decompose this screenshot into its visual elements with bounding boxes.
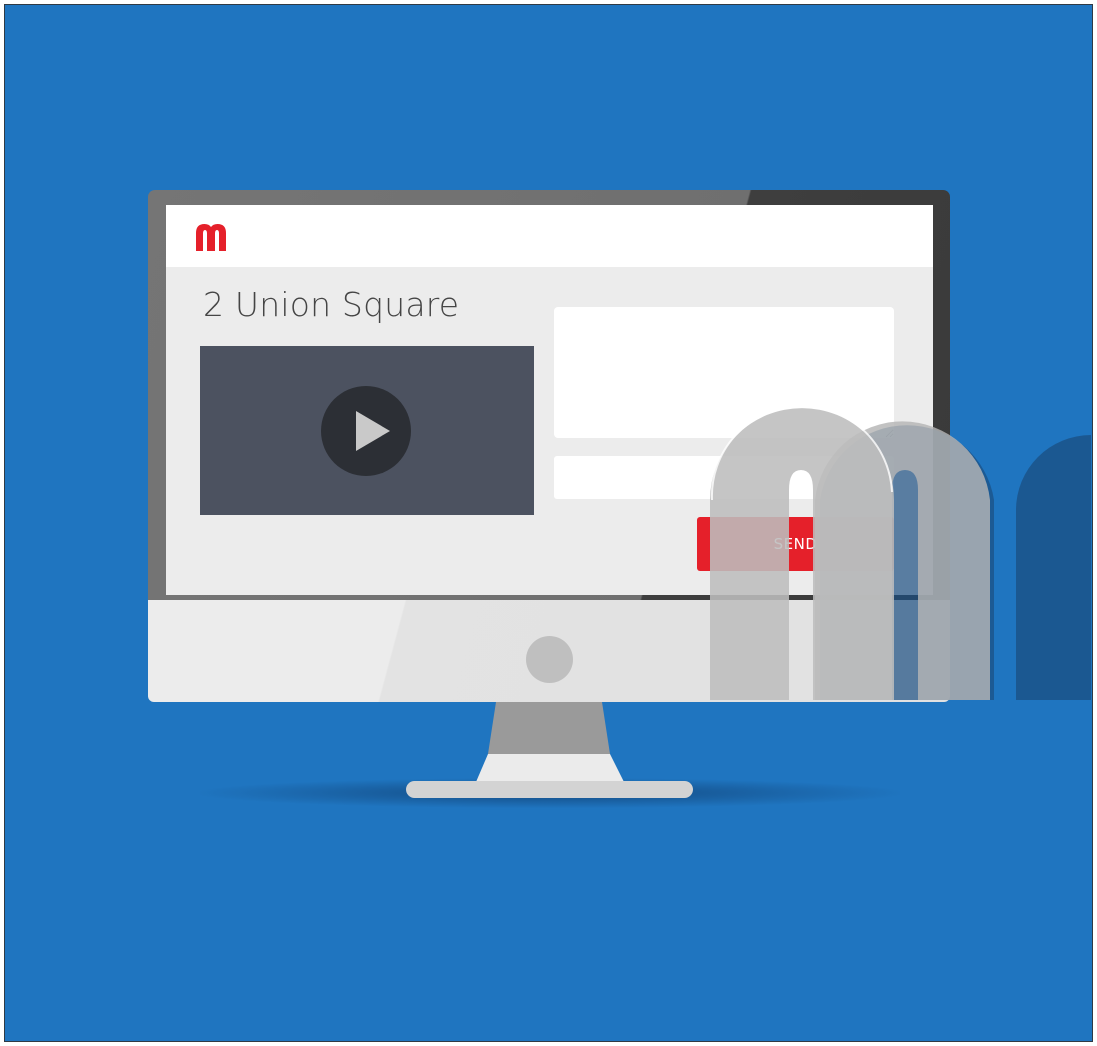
email-field[interactable] bbox=[554, 456, 894, 499]
send-button[interactable]: SEND bbox=[697, 517, 894, 571]
monitor-illustration: 2 Union Square SEND bbox=[0, 0, 1097, 1046]
video-player[interactable] bbox=[200, 346, 534, 515]
play-icon bbox=[356, 411, 390, 451]
page-title: 2 Union Square bbox=[203, 285, 460, 324]
monitor-home-button bbox=[526, 636, 573, 683]
monitor-stand bbox=[476, 702, 624, 782]
message-textarea[interactable] bbox=[554, 307, 894, 438]
monitor-base bbox=[406, 781, 693, 798]
site-header bbox=[166, 205, 933, 267]
m-logo-icon[interactable] bbox=[196, 224, 226, 251]
play-button[interactable] bbox=[321, 386, 411, 476]
monitor-screen: 2 Union Square SEND bbox=[166, 205, 933, 595]
monitor-chin bbox=[148, 600, 950, 702]
